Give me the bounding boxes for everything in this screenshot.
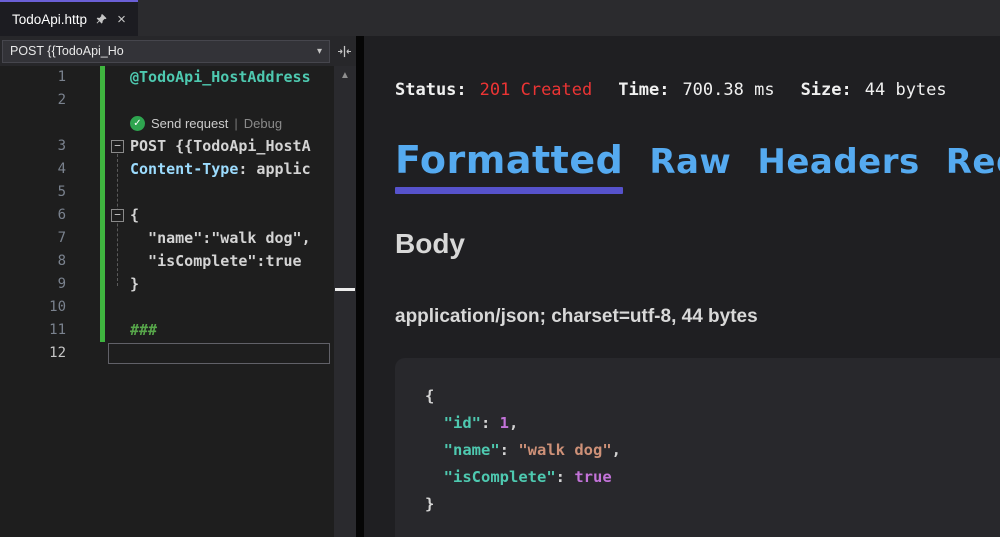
editor-line-10[interactable]: 10 (0, 296, 334, 319)
dropdown-caret-icon: ▾ (317, 46, 322, 57)
response-panel: Status: 201 Created Time: 700.38 ms Size… (364, 36, 1000, 537)
line-number: 11 (0, 319, 80, 342)
json-line: "name": "walk dog", (425, 437, 1000, 464)
fold-collapse-icon[interactable]: − (111, 209, 124, 222)
line-number: 4 (0, 158, 80, 181)
document-tab[interactable]: TodoApi.http × (0, 0, 138, 36)
status-group: Status: 201 Created (395, 80, 592, 100)
request-selector-dropdown[interactable]: POST {{TodoApi_Ho ▾ (2, 40, 330, 63)
editor-line-5[interactable]: 5 (0, 181, 334, 204)
editor-line-9[interactable]: 9} (0, 273, 334, 296)
line-number: 10 (0, 296, 80, 319)
code-editor[interactable]: 1 @TodoApi_HostAddress 2 ✓ Send request | Debu… (0, 66, 356, 537)
tab-strip: TodoApi.http × (0, 0, 1000, 36)
line-number: 1 (0, 66, 80, 89)
size-group: Size: 44 bytes (801, 80, 947, 100)
editor-line-text: { (130, 204, 139, 227)
editor-line-8[interactable]: 8 "isComplete":true (0, 250, 334, 273)
close-icon[interactable]: × (117, 12, 126, 27)
editor-line-2[interactable]: 2 (0, 89, 334, 112)
response-tab-label: Headers (757, 142, 919, 182)
line-number: 7 (0, 227, 80, 250)
body-heading: Body (395, 228, 1000, 260)
send-request-check-icon: ✓ (130, 116, 145, 131)
line-number: 6 (0, 204, 80, 227)
time-value: 700.38 ms (682, 80, 774, 100)
fold-collapse-icon[interactable]: − (111, 140, 124, 153)
response-tab-headers[interactable]: Headers (757, 142, 919, 182)
editor-line-12[interactable]: 12 (0, 342, 334, 365)
response-tab-raw[interactable]: Raw (649, 142, 731, 182)
json-line: "isComplete": true (425, 464, 1000, 491)
status-value: 201 Created (480, 80, 593, 100)
active-tab-underline (395, 187, 623, 194)
line-number: 12 (0, 342, 80, 365)
editor-line-11[interactable]: 11 ### (0, 319, 334, 342)
line-number: 9 (0, 273, 80, 296)
editor-line-7[interactable]: 7 "name":"walk dog", (0, 227, 334, 250)
editor-line-text: Content-Type: applic (130, 158, 311, 181)
editor-line-4[interactable]: 4 Content-Type: applic (0, 158, 334, 181)
editor-line-text: "name":"walk dog", (130, 227, 311, 250)
split-view-icon[interactable] (337, 45, 352, 58)
pin-icon[interactable] (96, 13, 108, 25)
time-label: Time: (618, 80, 669, 100)
status-label: Status: (395, 80, 467, 100)
editor-line-3[interactable]: 3 −POST {{TodoApi_HostA (0, 135, 334, 158)
time-group: Time: 700.38 ms (618, 80, 774, 100)
response-tab-label: Raw (649, 142, 731, 182)
editor-line-6[interactable]: 6 −{ (0, 204, 334, 227)
size-label: Size: (801, 80, 852, 100)
scrollbar-position-marker (335, 288, 355, 291)
send-request-link[interactable]: Send request (151, 112, 228, 135)
json-line: } (425, 491, 1000, 518)
response-json: { "id": 1, "name": "walk dog", "isComple… (395, 358, 1000, 537)
response-tabs: Formatted Raw Headers Request (395, 138, 1000, 194)
response-tab-formatted[interactable]: Formatted (395, 138, 623, 194)
line-number: 3 (0, 135, 80, 158)
response-tab-request[interactable]: Request (946, 142, 1000, 182)
editor-line-1[interactable]: 1 @TodoApi_HostAddress (0, 66, 334, 89)
editor-lines: 1 @TodoApi_HostAddress 2 ✓ Send request | Debu… (0, 66, 334, 365)
editor-toolbar: POST {{TodoApi_Ho ▾ (0, 36, 356, 66)
request-selector-value: POST {{TodoApi_Ho (10, 44, 124, 58)
codelens-separator: | (234, 112, 237, 135)
editor-line-text: "isComplete":true (130, 250, 302, 273)
editor-scrollbar[interactable]: ▲ (334, 66, 356, 537)
content-type-line: application/json; charset=utf-8, 44 byte… (395, 306, 1000, 328)
panel-divider[interactable] (356, 36, 364, 537)
size-value: 44 bytes (865, 80, 947, 100)
response-tab-label: Request (946, 142, 1000, 182)
editor-line-text: POST {{TodoApi_HostA (130, 135, 311, 158)
debug-link[interactable]: Debug (244, 112, 282, 135)
codelens-row: ✓ Send request | Debug (0, 112, 334, 135)
line-number: 8 (0, 250, 80, 273)
editor-line-text: } (130, 273, 139, 296)
response-status-row: Status: 201 Created Time: 700.38 ms Size… (395, 80, 1000, 100)
response-tab-label: Formatted (395, 138, 623, 182)
editor-line-text: @TodoApi_HostAddress (130, 66, 311, 89)
tab-title: TodoApi.http (12, 12, 87, 27)
scroll-up-icon[interactable]: ▲ (334, 66, 356, 81)
line-number: 2 (0, 89, 80, 112)
editor-line-text: ### (130, 319, 157, 342)
json-line: "id": 1, (425, 410, 1000, 437)
line-number: 5 (0, 181, 80, 204)
json-line: { (425, 383, 1000, 410)
